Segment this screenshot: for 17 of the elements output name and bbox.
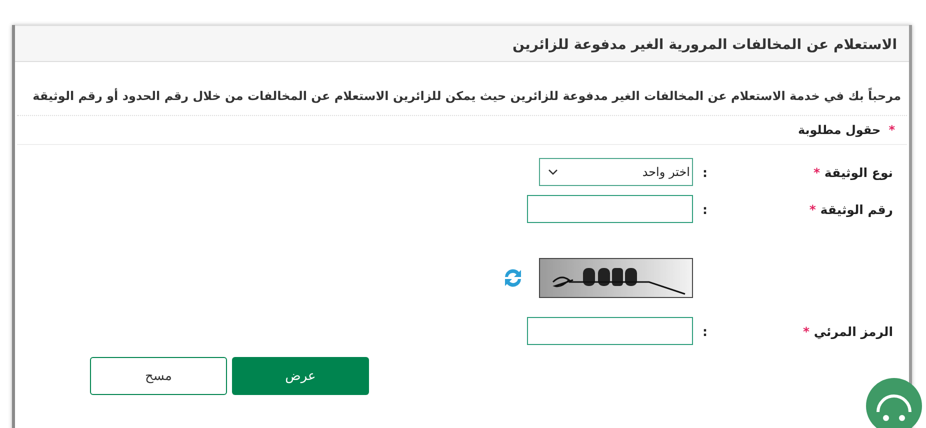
document-type-dropdown[interactable]: اختر واحد: [539, 158, 693, 186]
input-field[interactable]: [527, 195, 693, 223]
colon-separator: :: [702, 202, 708, 216]
field-label: الرمز المرئي *: [802, 324, 893, 338]
input-field[interactable]: [527, 317, 693, 345]
chat-button[interactable]: [866, 378, 922, 428]
intro-text: مرحباً بك في خدمة الاستعلام عن المخالفات الغير مدفوعة للزائرين حيث يمكن للزائرين الاستعلام عن المخالفات من خلال رقم الحدود أو رقم الوثيقة: [32, 86, 902, 105]
colon-separator: :: [702, 164, 708, 180]
field-label: نوع الوثيقة *: [812, 164, 893, 180]
clear-button[interactable]: مسح: [90, 357, 227, 395]
panel-title: الاستعلام عن المخالفات المرورية الغير مدفوعة للزائرين: [512, 37, 897, 53]
chevron-down-icon: [548, 169, 558, 175]
colon-separator: :: [702, 324, 708, 338]
field-label: رقم الوثيقة *: [808, 202, 893, 216]
view-button[interactable]: عرض: [232, 357, 369, 395]
required-mark: *: [888, 123, 895, 137]
required-note: حقول مطلوبة: [798, 123, 881, 137]
